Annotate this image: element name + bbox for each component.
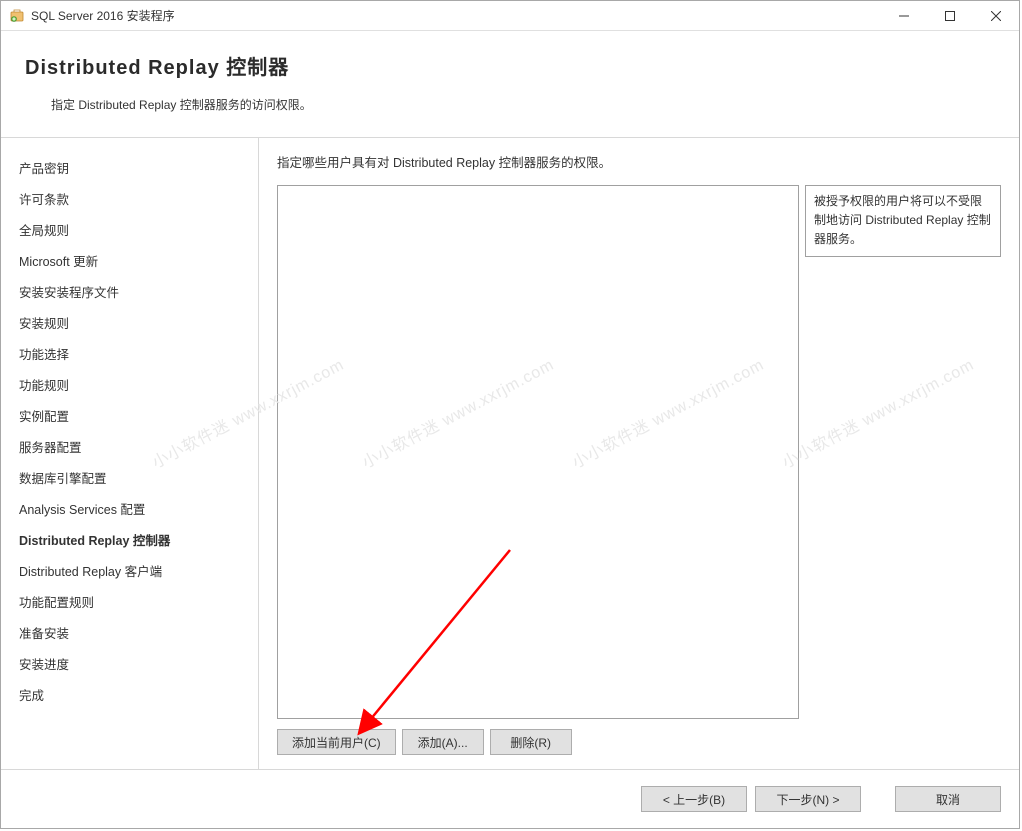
sidebar-item-label: Analysis Services 配置 (19, 503, 145, 517)
sidebar-item-db-engine-config[interactable]: 数据库引擎配置 (1, 462, 258, 493)
spacer (869, 786, 887, 812)
sidebar-item-global-rules[interactable]: 全局规则 (1, 214, 258, 245)
sidebar-item-install-setup-files[interactable]: 安装安装程序文件 (1, 276, 258, 307)
body: 产品密钥 许可条款 全局规则 Microsoft 更新 安装安装程序文件 安装规… (1, 138, 1019, 769)
sidebar-item-feature-selection[interactable]: 功能选择 (1, 338, 258, 369)
sidebar: 产品密钥 许可条款 全局规则 Microsoft 更新 安装安装程序文件 安装规… (1, 138, 259, 769)
sidebar-item-server-config[interactable]: 服务器配置 (1, 431, 258, 462)
footer: < 上一步(B) 下一步(N) > 取消 (1, 769, 1019, 828)
sidebar-item-install-progress[interactable]: 安装进度 (1, 648, 258, 679)
info-box: 被授予权限的用户将可以不受限制地访问 Distributed Replay 控制… (805, 185, 1001, 257)
sidebar-item-feature-rules[interactable]: 功能规则 (1, 369, 258, 400)
maximize-button[interactable] (927, 1, 973, 31)
sidebar-item-feature-config-rules[interactable]: 功能配置规则 (1, 586, 258, 617)
user-list[interactable] (277, 185, 799, 719)
sidebar-item-label: 许可条款 (19, 193, 69, 207)
back-button[interactable]: < 上一步(B) (641, 786, 747, 812)
sidebar-item-label: 完成 (19, 689, 44, 703)
sidebar-item-instance-config[interactable]: 实例配置 (1, 400, 258, 431)
sidebar-item-label: 安装进度 (19, 658, 69, 672)
sidebar-item-label: 准备安装 (19, 627, 69, 641)
window-controls (881, 1, 1019, 31)
sidebar-item-analysis-services[interactable]: Analysis Services 配置 (1, 493, 258, 524)
app-icon (9, 8, 25, 24)
sidebar-item-label: 实例配置 (19, 410, 69, 424)
sidebar-item-dr-controller[interactable]: Distributed Replay 控制器 (1, 524, 258, 555)
page-title: Distributed Replay 控制器 (25, 51, 1019, 80)
sidebar-item-license[interactable]: 许可条款 (1, 183, 258, 214)
page-subtitle: 指定 Distributed Replay 控制器服务的访问权限。 (51, 96, 1019, 113)
sidebar-item-ready-install[interactable]: 准备安装 (1, 617, 258, 648)
close-button[interactable] (973, 1, 1019, 31)
sidebar-item-label: Microsoft 更新 (19, 255, 98, 269)
minimize-button[interactable] (881, 1, 927, 31)
sidebar-item-microsoft-update[interactable]: Microsoft 更新 (1, 245, 258, 276)
sidebar-item-label: Distributed Replay 控制器 (19, 534, 170, 548)
instruction-text: 指定哪些用户具有对 Distributed Replay 控制器服务的权限。 (277, 152, 1001, 171)
add-current-user-button[interactable]: 添加当前用户(C) (277, 729, 396, 755)
sidebar-item-label: 功能选择 (19, 348, 69, 362)
user-buttons: 添加当前用户(C) 添加(A)... 删除(R) (277, 729, 1001, 755)
header: Distributed Replay 控制器 指定 Distributed Re… (1, 31, 1019, 138)
sidebar-item-product-key[interactable]: 产品密钥 (1, 152, 258, 183)
sidebar-item-label: 全局规则 (19, 224, 69, 238)
sidebar-item-dr-client[interactable]: Distributed Replay 客户端 (1, 555, 258, 586)
sidebar-item-label: 服务器配置 (19, 441, 82, 455)
titlebar: SQL Server 2016 安装程序 (1, 1, 1019, 31)
config-row: 被授予权限的用户将可以不受限制地访问 Distributed Replay 控制… (277, 185, 1001, 719)
sidebar-item-label: 安装规则 (19, 317, 69, 331)
sidebar-item-label: Distributed Replay 客户端 (19, 565, 162, 579)
window-title: SQL Server 2016 安装程序 (31, 7, 881, 24)
remove-button[interactable]: 删除(R) (490, 729, 572, 755)
sidebar-item-label: 功能规则 (19, 379, 69, 393)
sidebar-item-install-rules[interactable]: 安装规则 (1, 307, 258, 338)
cancel-button[interactable]: 取消 (895, 786, 1001, 812)
sidebar-item-label: 数据库引擎配置 (19, 472, 107, 486)
sidebar-item-label: 安装安装程序文件 (19, 286, 119, 300)
next-button[interactable]: 下一步(N) > (755, 786, 861, 812)
sidebar-item-label: 产品密钥 (19, 162, 69, 176)
main-panel: 指定哪些用户具有对 Distributed Replay 控制器服务的权限。 被… (259, 138, 1019, 769)
sidebar-item-complete[interactable]: 完成 (1, 679, 258, 710)
sidebar-item-label: 功能配置规则 (19, 596, 94, 610)
add-button[interactable]: 添加(A)... (402, 729, 484, 755)
installer-window: SQL Server 2016 安装程序 Distributed Replay … (0, 0, 1020, 829)
